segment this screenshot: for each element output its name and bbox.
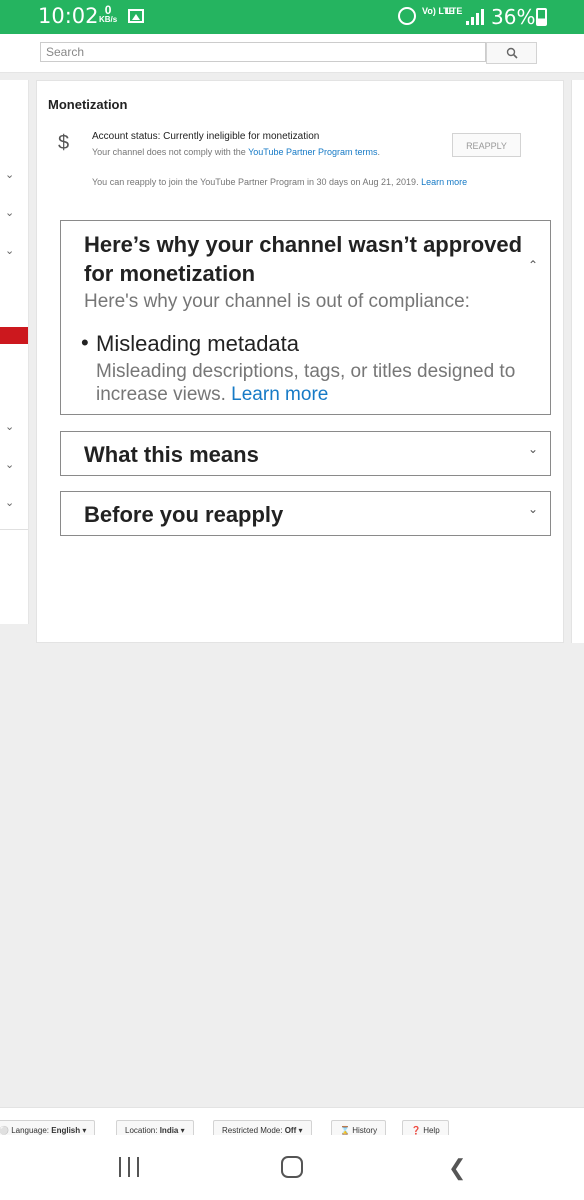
back-icon[interactable]: ❮: [448, 1155, 466, 1181]
panel-title: What this means: [84, 442, 259, 467]
home-icon[interactable]: [281, 1156, 303, 1178]
bullet-icon: •: [81, 330, 89, 355]
monetization-card: Monetization $ Account status: Currently…: [36, 80, 564, 643]
partner-program-terms-link[interactable]: YouTube Partner Program terms: [248, 147, 377, 157]
search-icon: [506, 47, 518, 59]
learn-more-link[interactable]: Learn more: [421, 177, 467, 187]
search-button[interactable]: [486, 42, 537, 64]
signal-icon: [466, 9, 484, 25]
android-nav-bar: ❮: [0, 1135, 584, 1200]
chevron-down-icon[interactable]: ⌄: [5, 206, 15, 219]
recent-apps-icon[interactable]: [118, 1157, 140, 1177]
reapply-button[interactable]: REAPPLY: [452, 133, 521, 157]
why-not-approved-panel: Here’s why your channel wasn’t approved …: [60, 220, 551, 415]
issue-learn-more-link[interactable]: Learn more: [231, 384, 328, 405]
chevron-down-icon[interactable]: ⌄: [5, 458, 15, 471]
footer-bar: ⚪ Language: English ▾ Location: India ▾ …: [0, 1107, 584, 1136]
before-you-reapply-panel[interactable]: Before you reapply ⌄: [60, 491, 551, 536]
chevron-down-icon[interactable]: ⌄: [5, 496, 15, 509]
status-bar: 10:02 0 KB/s Vo) LTE LTE 36%: [0, 0, 584, 34]
issue-title: Misleading metadata: [96, 331, 300, 356]
clock: 10:02: [38, 4, 99, 28]
chevron-up-icon[interactable]: ⌃: [528, 258, 538, 272]
restricted-mode-button[interactable]: Restricted Mode: Off ▾: [213, 1120, 312, 1136]
compliance-text: Your channel does not comply with the Yo…: [92, 147, 381, 157]
help-icon: ❓: [411, 1126, 421, 1135]
right-panel-edge: [571, 80, 584, 643]
top-bar: Search: [0, 34, 584, 73]
chevron-down-icon[interactable]: ⌄: [528, 502, 538, 516]
issue-description: Misleading descriptions, tags, or titles…: [96, 361, 516, 405]
lte-indicator: LTE: [446, 6, 463, 16]
panel-title: Here’s why your channel wasn’t approved …: [84, 232, 523, 286]
panel-title: Before you reapply: [84, 502, 284, 527]
network-speed: 0 KB/s: [99, 3, 118, 24]
chevron-down-icon[interactable]: ⌄: [528, 442, 538, 456]
battery-icon: [536, 8, 547, 26]
what-this-means-panel[interactable]: What this means ⌄: [60, 431, 551, 476]
battery-percent: 36%: [491, 5, 536, 29]
sidebar-active-item[interactable]: [0, 327, 28, 344]
divider: [0, 529, 28, 530]
language-button[interactable]: ⚪ Language: English ▾: [0, 1120, 96, 1136]
reapply-note: You can reapply to join the YouTube Part…: [92, 177, 468, 187]
history-button[interactable]: ⌛ History: [331, 1120, 387, 1136]
panel-subtitle: Here's why your channel is out of compli…: [84, 291, 470, 312]
image-notification-icon: [128, 9, 144, 23]
chevron-down-icon[interactable]: ⌄: [5, 244, 15, 257]
account-status: Account status: Currently ineligible for…: [92, 131, 320, 142]
dollar-icon: $: [58, 132, 70, 154]
alarm-icon: [398, 7, 416, 25]
page-title: Monetization: [48, 97, 128, 112]
left-sidebar: ⌄ ⌄ ⌄ ⌄ ⌄ ⌄: [0, 80, 29, 624]
chevron-down-icon[interactable]: ⌄: [5, 168, 15, 181]
chevron-down-icon[interactable]: ⌄: [5, 420, 15, 433]
search-input[interactable]: Search: [40, 42, 486, 62]
hourglass-icon: ⌛: [340, 1126, 350, 1135]
location-button[interactable]: Location: India ▾: [116, 1120, 194, 1136]
help-button[interactable]: ❓ Help: [402, 1120, 449, 1136]
